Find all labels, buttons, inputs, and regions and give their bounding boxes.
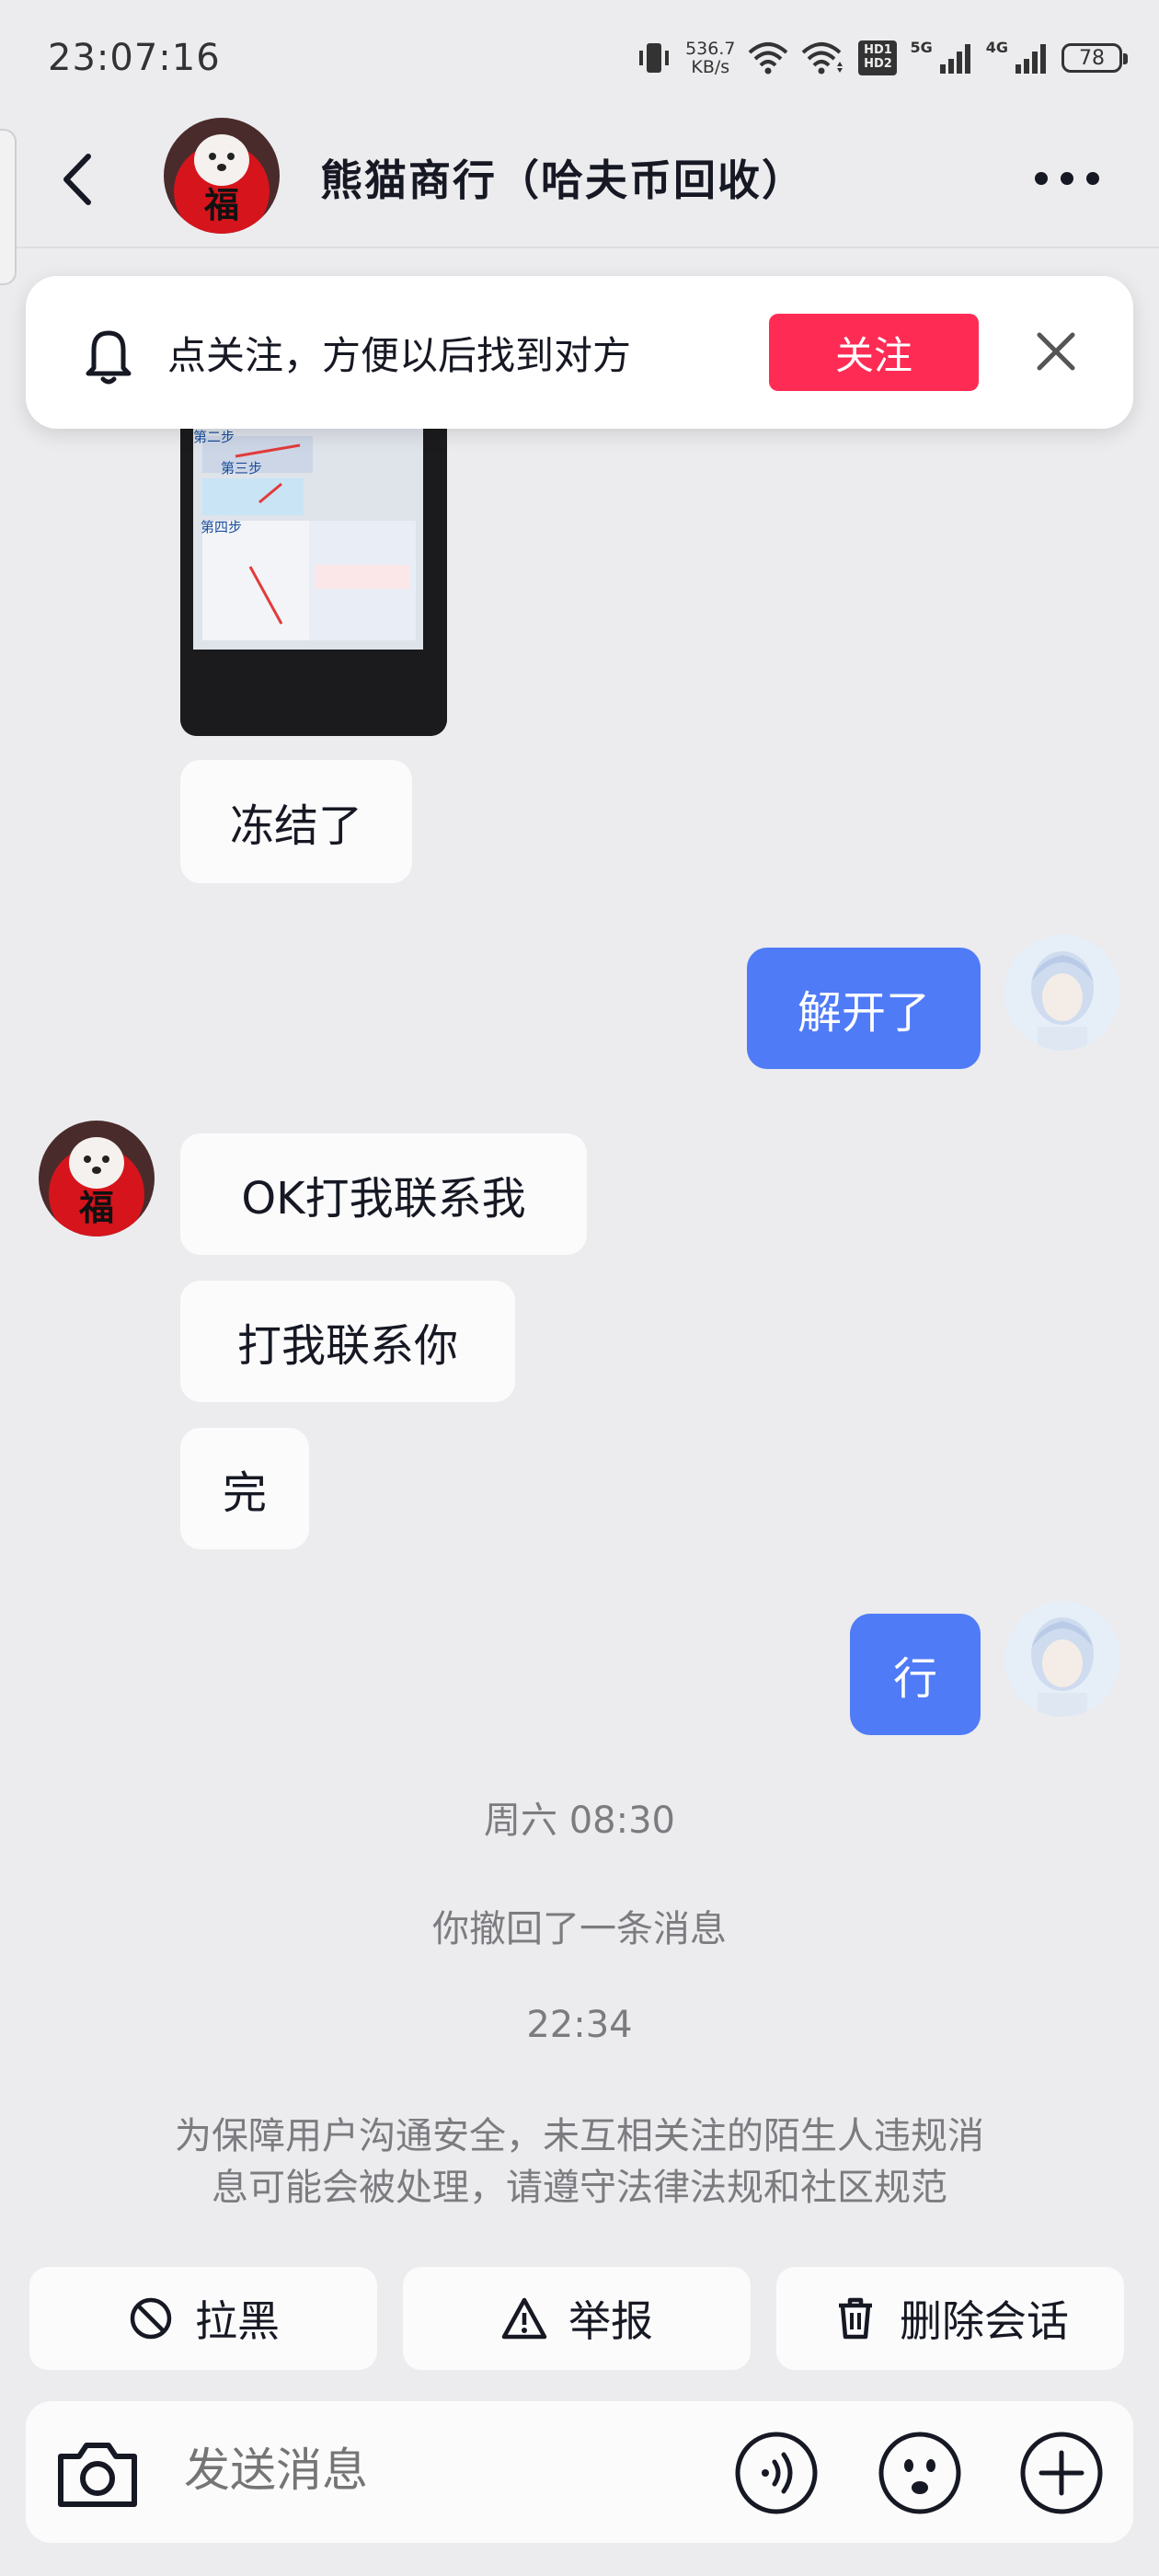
contact-avatar[interactable]: 福 (164, 118, 280, 234)
message-bubble-outgoing[interactable]: 解开了 (747, 948, 981, 1069)
status-bar: 23:07:16 536.7 KB/s HD1 HD2 5G 4G 78 (0, 0, 1159, 120)
bell-icon (86, 330, 132, 385)
network-5g-label: 5G (910, 39, 933, 56)
timestamp: 周六 08:30 (484, 1800, 675, 1842)
close-icon[interactable] (1032, 328, 1080, 375)
more-dots-icon[interactable] (1030, 160, 1104, 197)
message-bubble-incoming[interactable]: 冻结了 (180, 760, 412, 883)
svg-text:福: 福 (78, 1188, 114, 1228)
emoji-icon[interactable] (878, 2431, 962, 2515)
plus-icon[interactable] (1019, 2431, 1104, 2515)
status-time: 23:07:16 (48, 37, 221, 79)
report-label: 举报 (568, 2296, 653, 2346)
recalled-notice: 你撤回了一条消息 (432, 1908, 727, 1950)
camera-icon[interactable] (53, 2432, 142, 2513)
delete-chat-label: 删除会话 (900, 2296, 1069, 2346)
message-bubble-outgoing[interactable]: 行 (850, 1614, 981, 1735)
hd-badge: HD1 HD2 (858, 40, 898, 75)
chat-image-message[interactable]: 第二步 第三步 第四步 (180, 429, 447, 736)
battery-indicator: 78 (1061, 43, 1128, 73)
message-bubble-incoming[interactable]: 打我联系你 (180, 1281, 515, 1402)
report-button[interactable]: 举报 (403, 2267, 751, 2370)
contact-avatar[interactable]: 福 (39, 1121, 155, 1236)
status-icons: 536.7 KB/s HD1 HD2 5G 4G 78 (636, 35, 1128, 81)
network-speed: 536.7 KB/s (685, 39, 736, 77)
side-edge-tab[interactable] (0, 129, 17, 285)
message-input[interactable] (184, 2444, 699, 2497)
my-avatar[interactable] (1004, 935, 1120, 1051)
block-icon (130, 2297, 172, 2340)
svg-text:福: 福 (203, 185, 239, 225)
follow-prompt-text: 点关注，方便以后找到对方 (167, 333, 632, 378)
message-bubble-incoming[interactable]: OK打我联系我 (180, 1133, 587, 1255)
wifi-icon (749, 42, 788, 75)
delete-chat-button[interactable]: 删除会话 (776, 2267, 1124, 2370)
network-4g-label: 4G (985, 39, 1008, 56)
image-annotation: 第三步 (221, 460, 262, 477)
back-arrow-icon[interactable] (55, 147, 101, 212)
my-avatar[interactable] (1004, 1601, 1120, 1717)
trash-icon (839, 2297, 872, 2340)
chat-title[interactable]: 熊猫商行（哈夫币回收） (320, 147, 806, 208)
image-annotation: 第二步 (193, 429, 235, 445)
follow-button[interactable]: 关注 (769, 314, 979, 391)
warning-icon (501, 2297, 547, 2340)
block-button[interactable]: 拉黑 (29, 2267, 377, 2370)
block-label: 拉黑 (195, 2296, 280, 2346)
signal-icon-2 (1016, 44, 1046, 74)
wifi-icon-2 (802, 42, 843, 75)
message-bubble-incoming[interactable]: 完 (180, 1428, 309, 1549)
voice-icon[interactable] (734, 2431, 819, 2515)
safety-notice: 为保障用户沟通安全，未互相关注的陌生人违规消 息可能会被处理，请遵守法律法规和社… (175, 2115, 984, 2209)
signal-icon (939, 44, 970, 74)
vibrate-icon (639, 43, 670, 73)
timestamp: 22:34 (526, 2004, 633, 2046)
image-annotation: 第四步 (201, 519, 242, 535)
